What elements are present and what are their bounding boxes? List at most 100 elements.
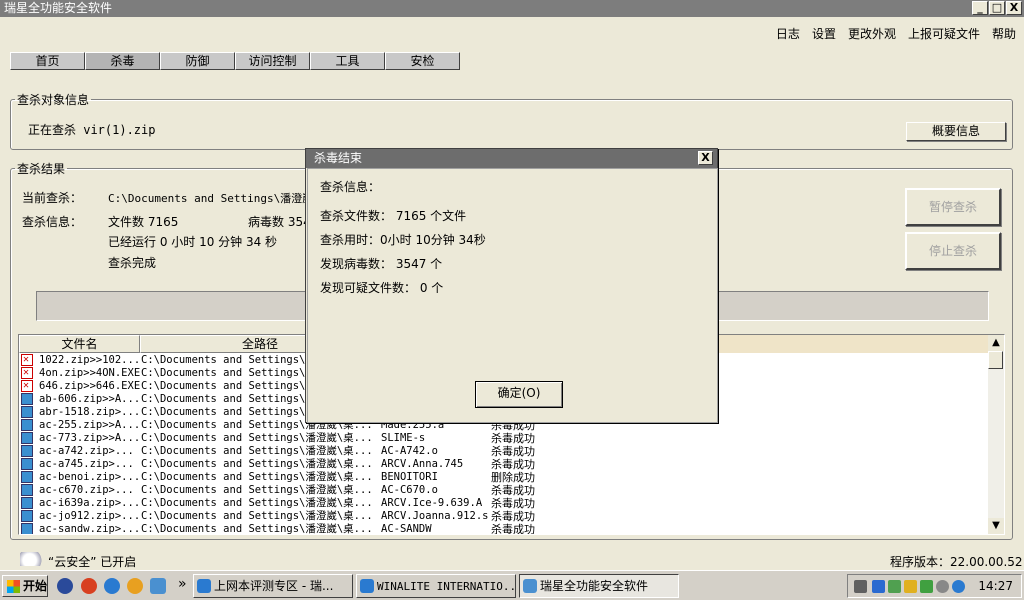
cell-file-name: abr-1518.zip>... xyxy=(39,406,141,418)
cell-file-name: ac-sandw.zip>... xyxy=(39,523,141,535)
cell-result: 杀毒成功 xyxy=(491,458,535,471)
start-button[interactable]: 开始 xyxy=(2,575,48,597)
cell-result: 杀毒成功 xyxy=(491,510,535,523)
media-player-icon[interactable] xyxy=(57,578,73,594)
current-scan-label: 当前查杀： xyxy=(22,191,83,205)
scan-result-legend: 查杀结果 xyxy=(17,162,66,176)
windows-flag-icon xyxy=(7,580,20,593)
clock: 14:27 xyxy=(978,579,1013,593)
rising-shield-icon[interactable] xyxy=(150,578,166,594)
cell-virus-name: ARCV.Ice-9.639.A xyxy=(381,497,483,509)
virus-count: 病毒数 354 xyxy=(248,215,311,229)
cell-result: 杀毒成功 xyxy=(491,497,535,510)
menu-log[interactable]: 日志 xyxy=(776,25,800,42)
tab-access-control[interactable]: 访问控制 xyxy=(235,52,310,70)
cell-file-name: 646.zip>>646.EXE xyxy=(39,380,141,392)
cell-file-name: ac-773.zip>>A... xyxy=(39,432,141,444)
cloud-icon xyxy=(20,552,44,566)
cell-full-path: C:\Documents and Settings\潘 xyxy=(141,380,316,392)
cell-file-name: ac-a742.zip>... xyxy=(39,445,134,457)
cell-file-name: 1022.zip>>102... xyxy=(39,354,141,366)
menu-skin[interactable]: 更改外观 xyxy=(848,25,896,42)
dialog-suspicious-found: 发现可疑文件数： 0 个 xyxy=(320,281,444,295)
tray-app-icon[interactable] xyxy=(888,580,901,593)
scan-target-group: 查杀对象信息 xyxy=(10,91,1013,150)
cell-virus-name: AC-SANDW xyxy=(381,523,432,535)
col-file-name[interactable]: 文件名 xyxy=(19,335,140,353)
scan-status: 查杀完成 xyxy=(108,256,157,270)
cell-file-name: ac-255.zip>>A... xyxy=(39,419,141,431)
menu-help[interactable]: 帮助 xyxy=(992,25,1016,42)
tab-scan[interactable]: 杀毒 xyxy=(85,52,160,70)
menu-settings[interactable]: 设置 xyxy=(812,25,836,42)
cell-virus-name: SLIME-s xyxy=(381,432,426,444)
tab-tools[interactable]: 工具 xyxy=(310,52,385,70)
cell-virus-name: AC-A742.o xyxy=(381,445,438,457)
cell-file-name: ac-c670.zip>... xyxy=(39,484,134,496)
cell-full-path: C:\Documents and Settings\潘澄崴\桌... xyxy=(141,523,373,535)
file-count: 文件数 7165 xyxy=(108,215,179,229)
cell-full-path: C:\Documents and Settings\潘澄崴\桌... xyxy=(141,510,373,522)
maximize-button[interactable]: □ xyxy=(989,1,1005,15)
cell-full-path: C:\Documents and Settings\潘澄崴\桌... xyxy=(141,484,373,496)
scan-target-legend: 查杀对象信息 xyxy=(17,93,90,107)
file-status-icon xyxy=(21,419,33,431)
tab-home[interactable]: 首页 xyxy=(10,52,85,70)
ie-task-icon xyxy=(197,579,211,593)
cell-result: 杀毒成功 xyxy=(491,523,535,535)
menu-report[interactable]: 上报可疑文件 xyxy=(908,25,980,42)
cell-file-name: 4on.zip>>4ON.EXE xyxy=(39,367,141,379)
scroll-up-icon[interactable]: ▲ xyxy=(988,335,1004,351)
task-rising[interactable]: 瑞星全功能安全软件 xyxy=(519,574,679,598)
tab-defense[interactable]: 防御 xyxy=(160,52,235,70)
task-label: 瑞星全功能安全软件 xyxy=(540,579,649,593)
minimize-button[interactable]: _ xyxy=(972,1,988,15)
status-bar: “云安全” 已开启 程序版本：22.00.00.52 xyxy=(0,548,1024,570)
cloud-security-status: “云安全” 已开启 xyxy=(48,555,137,569)
summary-button[interactable]: 概要信息 xyxy=(906,122,1006,141)
volume-icon[interactable] xyxy=(904,580,917,593)
umbrella-icon[interactable] xyxy=(920,580,933,593)
file-status-icon xyxy=(21,497,33,509)
file-status-icon xyxy=(21,366,33,379)
file-status-icon xyxy=(21,523,33,534)
ie-task-icon xyxy=(360,579,374,593)
start-label: 开始 xyxy=(23,579,48,593)
scroll-thumb[interactable] xyxy=(988,351,1003,369)
file-status-icon xyxy=(21,432,33,444)
dialog-viruses-found: 发现病毒数： 3547 个 xyxy=(320,257,443,271)
cell-full-path: C:\Documents and Settings\潘澄崴\桌... xyxy=(141,471,373,483)
task-forum[interactable]: 上网本评测专区 - 瑞... xyxy=(193,574,353,598)
scan-finished-dialog: 杀毒结束 X 查杀信息： 查杀文件数： 7165 个文件 查杀用时：0小时 10… xyxy=(305,148,718,423)
cell-full-path: C:\Documents and Settings\潘 xyxy=(141,393,316,405)
ie-icon[interactable] xyxy=(104,578,120,594)
stop-scan-button[interactable]: 停止查杀 xyxy=(905,232,1001,270)
grid-scrollbar[interactable]: ▲ ▼ xyxy=(988,335,1004,534)
network-icon[interactable] xyxy=(872,580,885,593)
cell-result: 删除成功 xyxy=(491,471,535,484)
cell-virus-name: ARCV.Anna.745 xyxy=(381,458,464,470)
keyboard-icon[interactable] xyxy=(854,580,867,593)
file-status-icon xyxy=(21,458,33,470)
task-winalite[interactable]: WINALITE INTERNATIO... xyxy=(356,574,516,598)
scan-info-label: 查杀信息： xyxy=(22,215,83,229)
file-status-icon xyxy=(21,379,33,392)
cell-full-path: C:\Documents and Settings\潘 xyxy=(141,354,316,366)
ok-button[interactable]: 确定(O) xyxy=(475,381,563,408)
rising-tray-icon[interactable] xyxy=(952,580,965,593)
quicklaunch-chevron[interactable]: » xyxy=(178,576,187,592)
power-icon[interactable] xyxy=(936,580,949,593)
dialog-close-button[interactable]: X xyxy=(698,151,713,165)
qq-icon[interactable] xyxy=(127,578,143,594)
tab-security-check[interactable]: 安检 xyxy=(385,52,460,70)
program-version: 程序版本：22.00.00.52 xyxy=(890,555,1023,569)
scroll-down-icon[interactable]: ▼ xyxy=(988,518,1004,534)
file-status-icon xyxy=(21,406,33,418)
close-button[interactable]: X xyxy=(1006,1,1022,15)
cell-result: 杀毒成功 xyxy=(491,432,535,445)
window-titlebar: 瑞星全功能安全软件 _ □ X xyxy=(0,0,1024,17)
current-scan-file: 正在查杀 vir(1).zip xyxy=(28,123,156,137)
qq-browser-icon[interactable] xyxy=(81,578,97,594)
file-status-icon xyxy=(21,510,33,522)
pause-scan-button[interactable]: 暂停查杀 xyxy=(905,188,1001,226)
